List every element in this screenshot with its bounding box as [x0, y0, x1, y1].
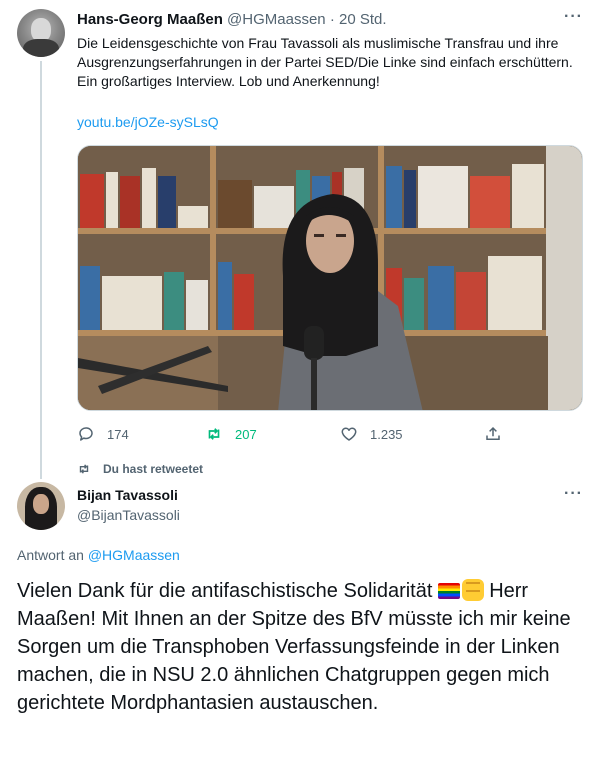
like-count: 1.235 [370, 426, 403, 442]
tweet-link[interactable]: youtu.be/jOZe-sySLsQ [77, 114, 219, 130]
more-icon[interactable]: ··· [564, 485, 583, 503]
retweeted-label: Du hast retweetet [103, 462, 204, 476]
raised-fist-emoji [461, 579, 484, 601]
author-name[interactable]: Hans-Georg Maaßen [77, 11, 223, 28]
like-button[interactable]: 1.235 [340, 425, 403, 443]
share-icon [486, 426, 500, 440]
more-icon[interactable]: ··· [564, 8, 583, 26]
author-name[interactable]: Bijan Tavassoli [77, 487, 178, 503]
retweet-count: 207 [235, 426, 257, 442]
video-still-image [78, 146, 582, 410]
video-thumbnail[interactable] [77, 145, 583, 411]
reply-mention[interactable]: @HGMaassen [88, 547, 180, 563]
timestamp[interactable]: 20 Std. [339, 11, 387, 28]
reply-prefix: Antwort an [17, 547, 84, 563]
tweet-text: Die Leidensgeschichte von Frau Tavassoli… [77, 35, 573, 89]
avatar[interactable] [17, 482, 65, 530]
avatar-face [33, 494, 49, 514]
reply-icon [79, 427, 93, 441]
avatar[interactable] [17, 9, 65, 57]
retweeted-indicator: Du hast retweetet [77, 462, 203, 476]
retweet-icon [208, 428, 220, 440]
thread-connector [40, 61, 42, 479]
avatar-body [23, 39, 59, 57]
like-icon [341, 427, 357, 441]
share-button[interactable] [484, 425, 514, 443]
author-handle[interactable]: @BijanTavassoli [77, 507, 180, 523]
separator-dot: · [329, 11, 335, 28]
tweet-text: Vielen Dank für die antifaschistische So… [17, 577, 587, 717]
tweet-text-part1: Vielen Dank für die antifaschistische So… [17, 580, 438, 602]
reply-button[interactable]: 174 [77, 425, 129, 443]
retweet-icon [79, 464, 89, 474]
rainbow-flag-emoji [437, 583, 460, 599]
reply-count: 174 [107, 426, 129, 442]
retweet-button[interactable]: 207 [205, 425, 257, 443]
reply-context: Antwort an @HGMaassen [17, 547, 180, 563]
author-handle[interactable]: @HGMaassen [227, 11, 326, 28]
tweet-header: Hans-Georg Maaßen @HGMaassen · 20 Std. [77, 11, 387, 28]
